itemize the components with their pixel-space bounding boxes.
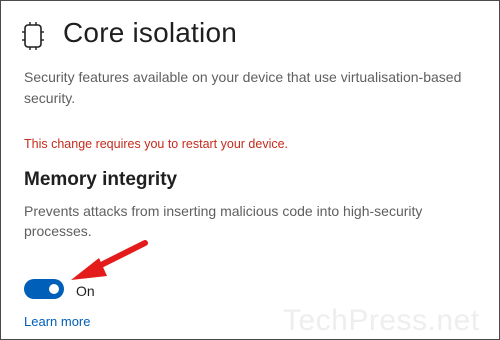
watermark: TechPress.net — [283, 304, 480, 337]
memory-integrity-toggle[interactable] — [24, 279, 64, 299]
learn-more-link[interactable]: Learn more — [24, 314, 90, 329]
settings-panel: Core isolation Security features availab… — [0, 0, 500, 340]
toggle-knob — [49, 284, 59, 294]
red-arrow-icon — [71, 240, 148, 280]
core-isolation-chip-icon — [22, 22, 44, 50]
page-title: Core isolation — [63, 17, 237, 48]
toggle-state-label: On — [76, 283, 95, 299]
memory-integrity-title: Memory integrity — [24, 169, 178, 190]
intro-description: Security features available on your devi… — [24, 69, 462, 106]
restart-warning: This change requires you to restart your… — [24, 137, 289, 151]
